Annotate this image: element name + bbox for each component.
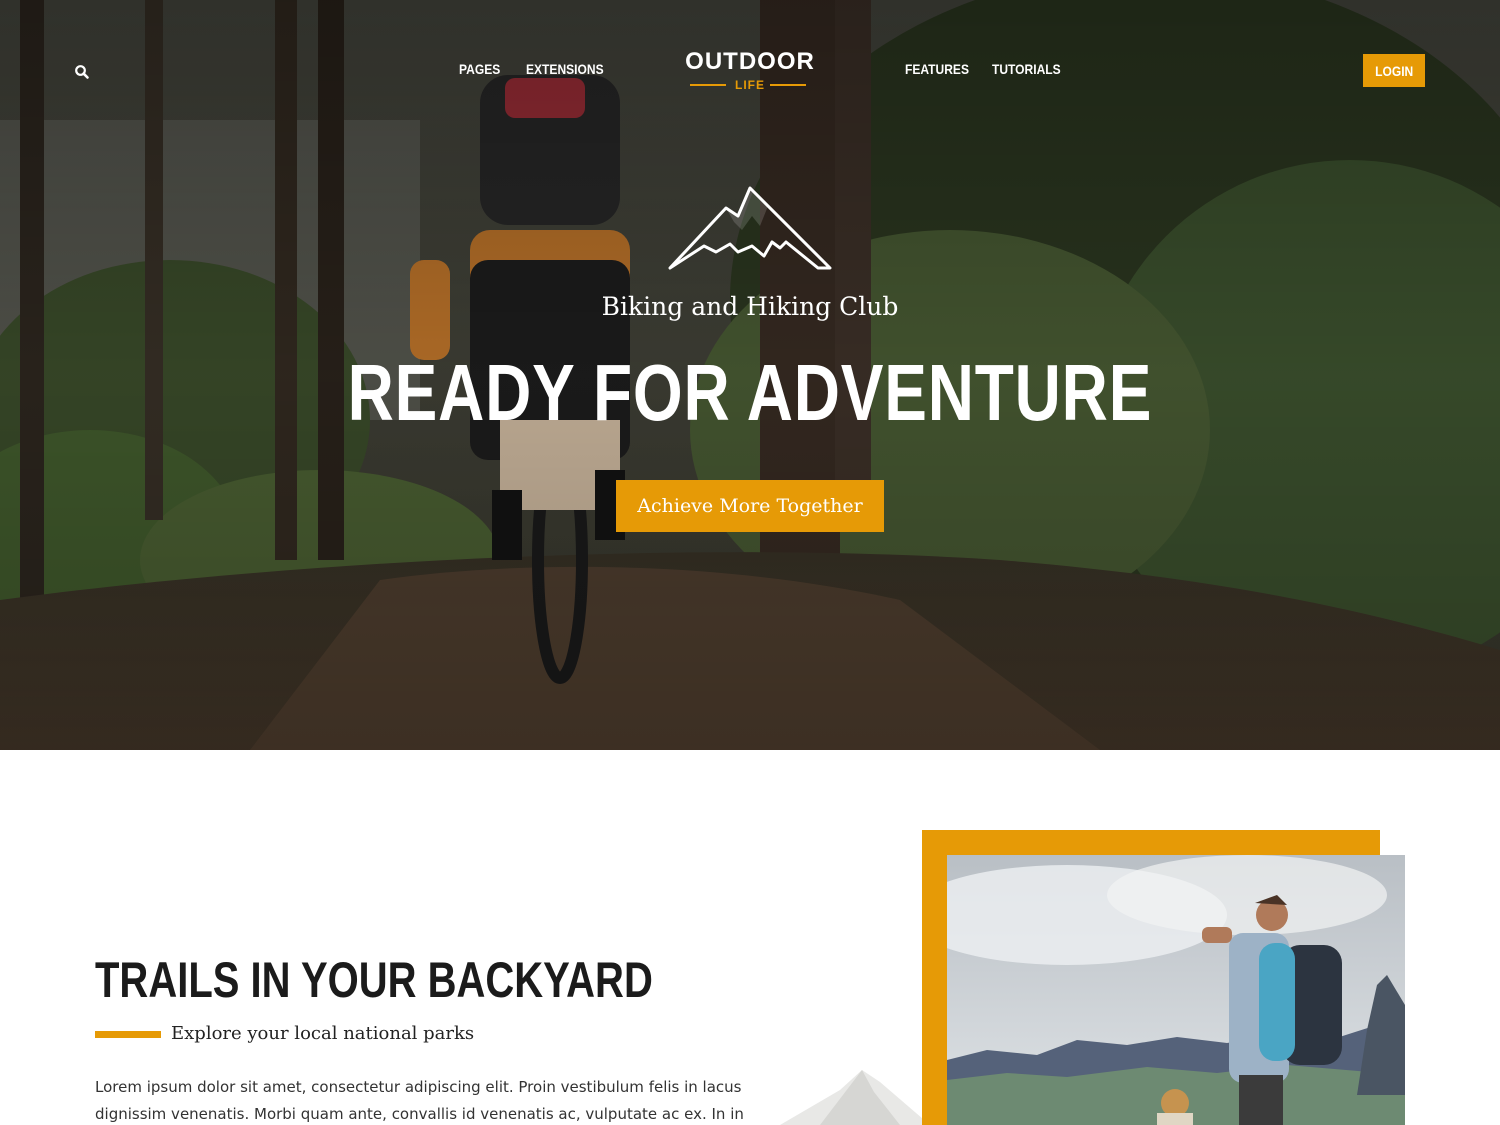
nav-link-features[interactable]: FEATURES	[905, 61, 969, 77]
accent-bar	[95, 1031, 161, 1038]
section-subtitle: Explore your local national parks	[171, 1023, 475, 1044]
nav-link-pages[interactable]: PAGES	[459, 61, 500, 77]
hero-cta-button[interactable]: Achieve More Together	[616, 480, 884, 532]
site-logo[interactable]: OUTDOOR LIFE	[680, 48, 820, 92]
hero-title-text: READY FOR ADVENTURE	[347, 348, 1153, 437]
nav-link-tutorials[interactable]: TUTORIALS	[992, 61, 1061, 77]
nav-link-extensions[interactable]: EXTENSIONS	[526, 61, 604, 77]
hikers-photo	[947, 855, 1405, 1125]
hikers-photo-image	[947, 855, 1405, 1125]
hero-title: READY FOR ADVENTURE	[0, 348, 1500, 438]
login-button-label: LOGIN	[1374, 62, 1414, 79]
login-button[interactable]: LOGIN	[1363, 54, 1425, 87]
decorative-mountain-graphic	[780, 1070, 930, 1125]
hero-section: PAGES EXTENSIONS OUTDOOR LIFE FEATURES T…	[0, 0, 1500, 750]
section-title: TRAILS IN YOUR BACKYARD	[95, 952, 653, 1008]
logo-divider-right	[770, 84, 806, 86]
logo-subtitle: LIFE	[735, 78, 765, 92]
mountain-icon	[668, 186, 832, 270]
logo-title: OUTDOOR	[685, 48, 815, 75]
hero-tagline: Biking and Hiking Club	[601, 292, 899, 321]
search-icon[interactable]	[74, 64, 90, 80]
logo-divider-left	[690, 84, 726, 86]
section-body-text: Lorem ipsum dolor sit amet, consectetur …	[95, 1078, 744, 1123]
